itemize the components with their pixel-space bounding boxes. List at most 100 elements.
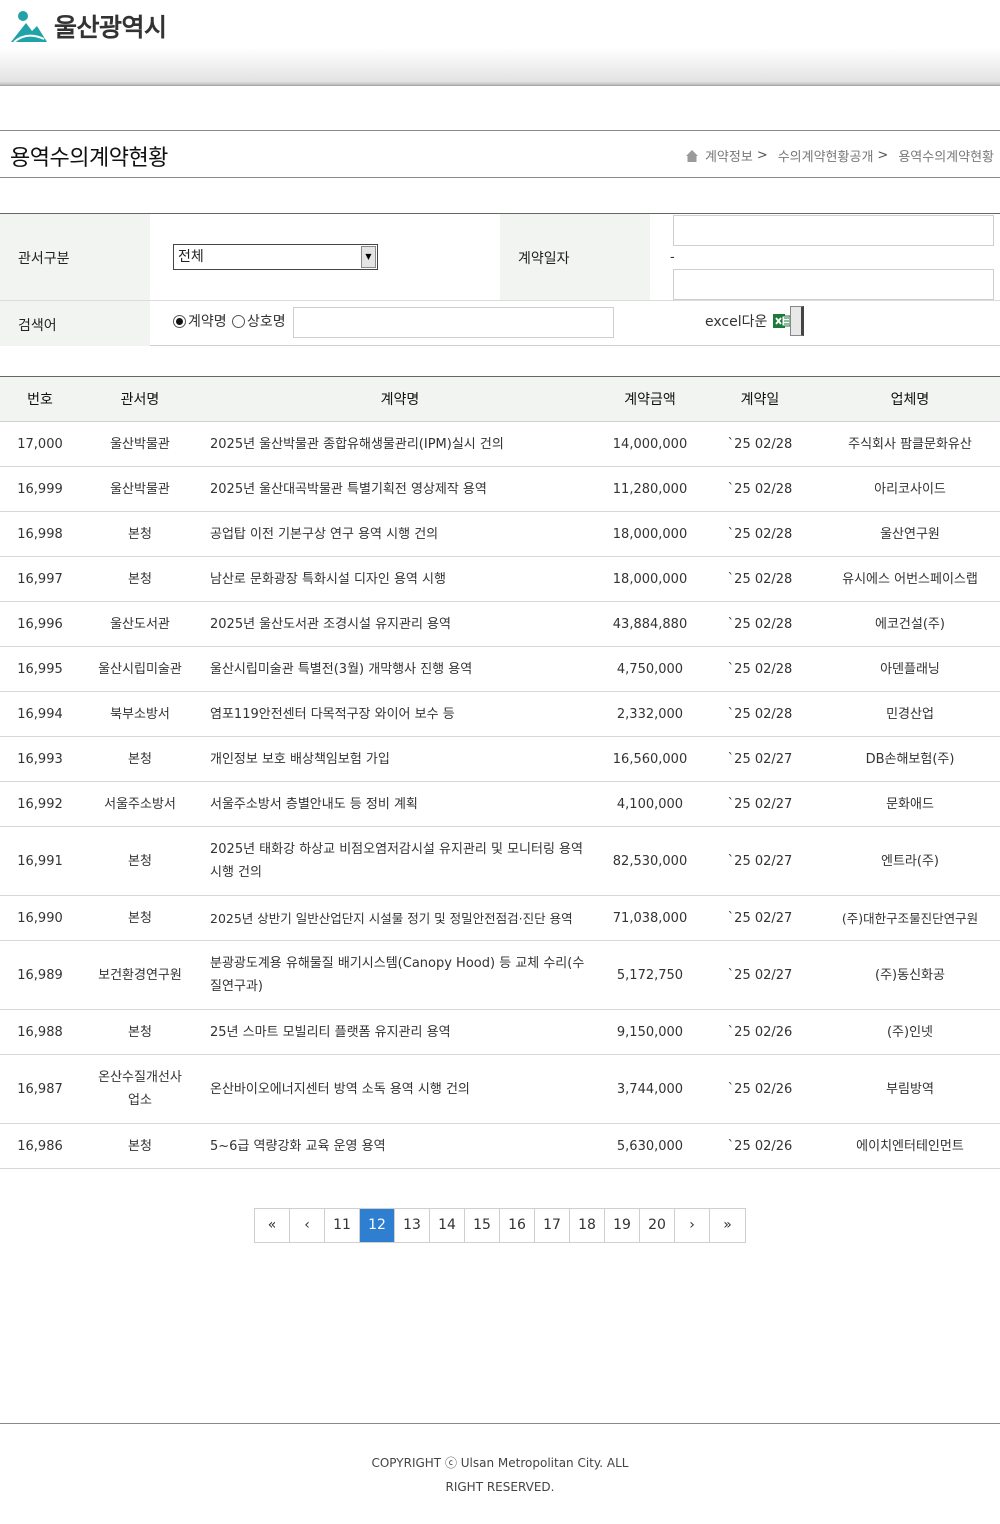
cell-date: `25 02/28 [700, 601, 820, 647]
cell-company: (주)동신화공 [820, 940, 1000, 1010]
search-row-2: 검색어 계약명 상호명 excel다운 [0, 301, 1000, 346]
cell-contract-name[interactable]: 2025년 울산대곡박물관 특별기획전 영상제작 용역 [200, 466, 600, 512]
table-row[interactable]: 16,999 울산박물관 2025년 울산대곡박물관 특별기획전 영상제작 용역… [0, 466, 1000, 512]
cell-number: 16,999 [0, 466, 80, 512]
cell-amount: 16,560,000 [600, 736, 700, 782]
table-row[interactable]: 16,989 보건환경연구원 분광광도계용 유해물질 배기시스템(Canopy … [0, 940, 1000, 1010]
cell-contract-name[interactable]: 분광광도계용 유해물질 배기시스템(Canopy Hood) 등 교체 수리(수… [200, 940, 600, 1010]
cell-amount: 14,000,000 [600, 421, 700, 467]
page-link-13[interactable]: 13 [395, 1209, 430, 1242]
next-page-button[interactable]: › [675, 1209, 710, 1242]
page-link-15[interactable]: 15 [465, 1209, 500, 1242]
table-row[interactable]: 17,000 울산박물관 2025년 울산박물관 종합유해생물관리(IPM)실시… [0, 421, 1000, 467]
cell-dept: 울산도서관 [80, 601, 200, 647]
cell-number: 16,996 [0, 601, 80, 647]
dropdown-arrow-icon[interactable]: ▼ [361, 246, 376, 268]
cell-date: `25 02/28 [700, 421, 820, 467]
cell-dept: 울산시립미술관 [80, 646, 200, 692]
prev-page-button[interactable]: ‹ [290, 1209, 325, 1242]
cell-number: 16,998 [0, 511, 80, 557]
cell-contract-name[interactable]: 개인정보 보호 배상책임보험 가입 [200, 736, 600, 782]
cell-amount: 82,530,000 [600, 826, 700, 896]
col-header-dept: 관서명 [80, 376, 200, 422]
search-row-1: 관서구분 전체 ▼ 계약일자 - [0, 214, 1000, 301]
excel-download-button[interactable] [790, 306, 804, 336]
pagination: « ‹ 11 12 13 14 15 16 17 18 19 20 › » [254, 1208, 746, 1243]
radio-contract-name[interactable]: 계약명 [173, 311, 227, 331]
cell-contract-name[interactable]: 공업탑 이전 기본구상 연구 용역 시행 건의 [200, 511, 600, 557]
cell-date: `25 02/27 [700, 736, 820, 782]
cell-number: 16,997 [0, 556, 80, 602]
copyright-text: COPYRIGHT ⓒ Ulsan Metropolitan City. ALL… [371, 1456, 629, 1494]
table-row[interactable]: 16,992 서울주소방서 서울주소방서 층별안내도 등 정비 계획 4,100… [0, 781, 1000, 827]
col-header-contract-name: 계약명 [200, 376, 600, 422]
cell-number: 17,000 [0, 421, 80, 467]
cell-amount: 71,038,000 [600, 895, 700, 941]
radio-button-unchecked[interactable] [232, 314, 245, 328]
cell-dept: 온산수질개선사업소 [80, 1054, 200, 1124]
breadcrumb-item-current[interactable]: 용역수의계약현황 [898, 146, 994, 165]
cell-company: 울산연구원 [820, 511, 1000, 557]
home-icon[interactable] [685, 149, 699, 163]
cell-dept: 본청 [80, 1009, 200, 1055]
cell-contract-name[interactable]: 2025년 상반기 일반산업단지 시설물 정기 및 정밀안전점검·진단 용역 [200, 895, 600, 941]
dept-select[interactable]: 전체 ▼ [173, 244, 378, 270]
col-header-amount: 계약금액 [600, 376, 700, 422]
cell-contract-name[interactable]: 남산로 문화광장 특화시설 디자인 용역 시행 [200, 556, 600, 602]
breadcrumb-item-contract-info[interactable]: 계약정보 [705, 146, 753, 165]
cell-amount: 2,332,000 [600, 691, 700, 737]
radio-button-checked[interactable] [173, 314, 186, 328]
cell-company: 민경산업 [820, 691, 1000, 737]
breadcrumb-item-private-contract[interactable]: 수의계약현황공개 [778, 146, 874, 165]
cell-dept: 보건환경연구원 [80, 940, 200, 1010]
keyword-input[interactable] [293, 307, 614, 338]
table-row[interactable]: 16,995 울산시립미술관 울산시립미술관 특별전(3월) 개막행사 진행 용… [0, 646, 1000, 692]
table-row[interactable]: 16,986 본청 5~6급 역량강화 교육 운영 용역 5,630,000 `… [0, 1123, 1000, 1169]
cell-date: `25 02/27 [700, 781, 820, 827]
table-row[interactable]: 16,987 온산수질개선사업소 온산바이오에너지센터 방역 소독 용역 시행 … [0, 1054, 1000, 1124]
table-row[interactable]: 16,997 본청 남산로 문화광장 특화시설 디자인 용역 시행 18,000… [0, 556, 1000, 602]
cell-contract-name[interactable]: 온산바이오에너지센터 방역 소독 용역 시행 건의 [200, 1054, 600, 1124]
page-link-11[interactable]: 11 [325, 1209, 360, 1242]
page-link-17[interactable]: 17 [535, 1209, 570, 1242]
page-link-19[interactable]: 19 [605, 1209, 640, 1242]
site-logo[interactable]: 울산광역시 [10, 8, 167, 44]
page-link-18[interactable]: 18 [570, 1209, 605, 1242]
cell-date: `25 02/28 [700, 646, 820, 692]
cell-number: 16,990 [0, 895, 80, 941]
breadcrumb: 계약정보 > 수의계약현황공개 > 용역수의계약현황 [685, 146, 998, 165]
cell-contract-name[interactable]: 5~6급 역량강화 교육 운영 용역 [200, 1123, 600, 1169]
date-start-input[interactable] [673, 215, 994, 246]
first-page-button[interactable]: « [255, 1209, 290, 1242]
table-row[interactable]: 16,998 본청 공업탑 이전 기본구상 연구 용역 시행 건의 18,000… [0, 511, 1000, 557]
excel-icon[interactable] [773, 312, 791, 330]
excel-download[interactable]: excel다운 [705, 311, 791, 331]
table-row[interactable]: 16,996 울산도서관 2025년 울산도서관 조경시설 유지관리 용역 43… [0, 601, 1000, 647]
cell-contract-name[interactable]: 2025년 울산도서관 조경시설 유지관리 용역 [200, 601, 600, 647]
table-row[interactable]: 16,993 본청 개인정보 보호 배상책임보험 가입 16,560,000 `… [0, 736, 1000, 782]
page-link-16[interactable]: 16 [500, 1209, 535, 1242]
last-page-button[interactable]: » [710, 1209, 745, 1242]
page-link-14[interactable]: 14 [430, 1209, 465, 1242]
cell-date: `25 02/27 [700, 940, 820, 1010]
cell-number: 16,988 [0, 1009, 80, 1055]
cell-contract-name[interactable]: 2025년 울산박물관 종합유해생물관리(IPM)실시 건의 [200, 421, 600, 467]
table-row[interactable]: 16,990 본청 2025년 상반기 일반산업단지 시설물 정기 및 정밀안전… [0, 895, 1000, 941]
cell-company: 엔트라(주) [820, 826, 1000, 896]
date-end-input[interactable] [673, 269, 994, 300]
radio-company-name[interactable]: 상호명 [232, 311, 286, 331]
cell-date: `25 02/28 [700, 511, 820, 557]
table-row[interactable]: 16,994 북부소방서 염포119안전센터 다목적구장 와이어 보수 등 2,… [0, 691, 1000, 737]
cell-number: 16,991 [0, 826, 80, 896]
cell-contract-name[interactable]: 서울주소방서 층별안내도 등 정비 계획 [200, 781, 600, 827]
page-link-20[interactable]: 20 [640, 1209, 675, 1242]
cell-contract-name[interactable]: 염포119안전센터 다목적구장 와이어 보수 등 [200, 691, 600, 737]
table-row[interactable]: 16,991 본청 2025년 태화강 하상교 비점오염저감시설 유지관리 및 … [0, 826, 1000, 896]
cell-contract-name[interactable]: 25년 스마트 모빌리티 플랫폼 유지관리 용역 [200, 1009, 600, 1055]
cell-contract-name[interactable]: 2025년 태화강 하상교 비점오염저감시설 유지관리 및 모니터링 용역 시행… [200, 826, 600, 896]
cell-date: `25 02/26 [700, 1009, 820, 1055]
cell-dept: 본청 [80, 736, 200, 782]
table-row[interactable]: 16,988 본청 25년 스마트 모빌리티 플랫폼 유지관리 용역 9,150… [0, 1009, 1000, 1055]
page-link-12-current[interactable]: 12 [360, 1209, 395, 1242]
cell-contract-name[interactable]: 울산시립미술관 특별전(3월) 개막행사 진행 용역 [200, 646, 600, 692]
